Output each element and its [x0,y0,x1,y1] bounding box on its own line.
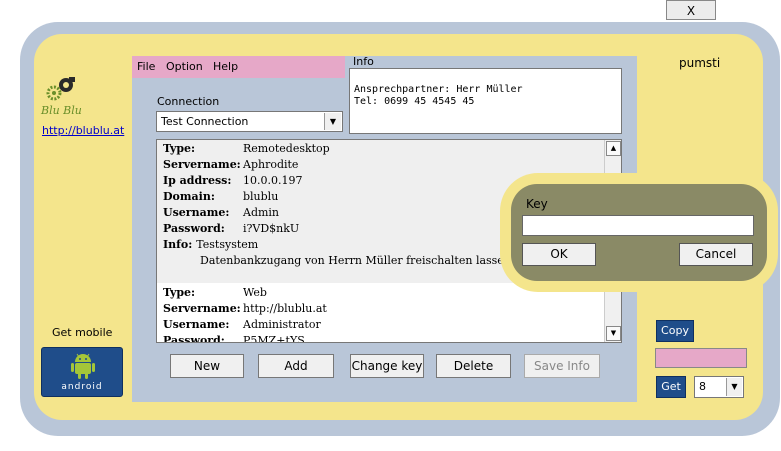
android-robot-icon [71,353,95,379]
add-button[interactable]: Add [258,354,334,378]
entry-field: Type: Remotedesktop [163,142,330,155]
scroll-down-icon[interactable]: ▼ [606,326,621,341]
info-line: Tel: 0699 45 4545 45 [354,96,475,107]
entry-field: Ip address: 10.0.0.197 [163,174,303,187]
entry-info-line: Datenbankzugang von Herrn Müller freisch… [200,254,515,267]
gears-logo-icon [46,77,75,101]
connection-label: Connection [157,95,220,108]
website-link[interactable]: http://blublu.at [42,124,124,137]
password-output-field[interactable] [655,348,747,368]
scroll-up-icon[interactable]: ▲ [606,141,621,156]
info-line: Ansprechpartner: Herr Müller [354,84,523,95]
entry-field: Domain: blublu [163,190,279,203]
entry-field: Servername: Aphrodite [163,158,299,171]
length-select[interactable]: 8 ▼ [694,376,744,398]
get-mobile-label: Get mobile [52,326,113,339]
username-label: pumsti [679,56,721,70]
info-textarea[interactable]: Ansprechpartner: Herr Müller Tel: 0699 4… [349,68,622,134]
connection-value: Test Connection [161,115,249,128]
change-key-button[interactable]: Change key [350,354,424,378]
menu-option[interactable]: Option [166,60,203,73]
android-label: android [61,382,103,392]
key-label: Key [526,197,548,211]
menu-help[interactable]: Help [213,60,238,73]
delete-button[interactable]: Delete [436,354,511,378]
chevron-down-icon[interactable]: ▼ [726,378,742,396]
menu-bar [132,56,345,78]
info-label: Info [353,55,374,68]
entry-field: Password: P5MZ+tYS [163,334,305,343]
entry-info: Info: Testsystem [163,238,259,251]
entry-field: Password: i?VD$nkU [163,222,300,235]
new-button[interactable]: New [170,354,244,378]
close-button[interactable]: X [666,0,716,20]
connection-select[interactable]: Test Connection ▼ [156,111,343,132]
entry-field: Username: Admin [163,206,280,219]
entry-field: Servername: http://blublu.at [163,302,327,315]
logo-text: Blu Blu [41,104,82,117]
copy-button[interactable]: Copy [656,320,694,342]
android-button[interactable]: android [41,347,123,397]
ok-button[interactable]: OK [522,243,596,266]
save-info-button[interactable]: Save Info [524,354,600,378]
key-input[interactable] [522,215,754,236]
length-value: 8 [699,380,706,393]
menu-file[interactable]: File [137,60,155,73]
get-button[interactable]: Get [656,376,686,398]
chevron-down-icon[interactable]: ▼ [324,113,341,130]
entry-field: Type: Web [163,286,267,299]
cancel-button[interactable]: Cancel [679,243,753,266]
entry-field: Username: Administrator [163,318,321,331]
